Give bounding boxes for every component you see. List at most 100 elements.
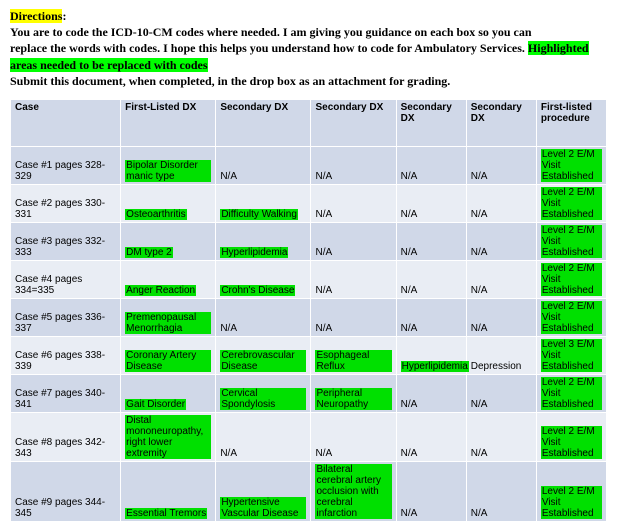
dx1-cell: Bipolar Disorder manic type [121,146,216,184]
dx3-cell: Esophageal Reflux [311,336,396,374]
directions-line2: replace the words with codes. I hope thi… [10,41,528,55]
proc-cell: Level 2 E/M Visit Established [536,146,606,184]
case-cell: Case #3 pages 332-333 [11,222,121,260]
highlighted-value: Gait Disorder [125,399,186,410]
table-row: Case #5 pages 336-337Premenopausal Menor… [11,298,607,336]
directions-line1: You are to code the ICD-10-CM codes wher… [10,25,532,39]
proc-cell: Level 2 E/M Visit Established [536,260,606,298]
highlighted-value: Essential Tremors [125,508,207,519]
table-row: Case #4 pages 334=335 Anger Reaction Crohn… [11,260,607,298]
dx5-cell: N/A [466,412,536,461]
dx3-cell: Peripheral Neuropathy [311,374,396,412]
dx4-cell: N/A [396,412,466,461]
highlighted-value: Cervical Spondylosis [220,388,306,410]
highlighted-value: Cerebrovascular Disease [220,350,306,372]
highlighted-value: Level 2 E/M Visit Established [541,225,602,258]
col-first-listed-procedure: First-listed procedure [536,99,606,146]
dx2-cell: N/A [216,412,311,461]
dx2-cell: N/A [216,146,311,184]
dx3-cell: N/A [311,222,396,260]
dx5-cell: N/A [466,374,536,412]
dx5-cell: N/A [466,298,536,336]
proc-cell: Level 2 E/M Visit Established [536,461,606,521]
case-cell: Case #4 pages 334=335 [11,260,121,298]
highlighted-value: Level 2 E/M Visit Established [541,301,602,334]
highlighted-value: Hypertensive Vascular Disease [220,497,306,519]
proc-cell: Level 2 E/M Visit Established [536,412,606,461]
directions-line3: Submit this document, when completed, in… [10,74,450,88]
dx2-cell: Cerebrovascular Disease [216,336,311,374]
dx3-cell: N/A [311,260,396,298]
proc-cell: Level 2 E/M Visit Established [536,374,606,412]
highlighted-value: Hyperlipidemia [401,361,469,372]
table-row: Case #8 pages 342-343Distal mononeuropat… [11,412,607,461]
highlighted-value: Premenopausal Menorrhagia [125,312,211,334]
highlighted-value: Level 2 E/M Visit Established [541,377,602,410]
table-row: Case #3 pages 332-333DM type 2Hyperlipid… [11,222,607,260]
dx5-cell: N/A [466,184,536,222]
dx2-cell: N/A [216,298,311,336]
highlighted-value: Level 2 E/M Visit Established [541,149,602,182]
highlighted-value: Distal mononeuropathy, right lower extre… [125,415,211,459]
proc-cell: Level 2 E/M Visit Established [536,184,606,222]
proc-cell: Level 3 E/M Visit Established [536,336,606,374]
col-first-listed-dx: First-Listed DX [121,99,216,146]
dx4-cell: Hyperlipidemia [396,336,466,374]
case-cell: Case #8 pages 342-343 [11,412,121,461]
highlighted-value: Level 2 E/M Visit Established [541,426,602,459]
proc-cell: Level 2 E/M Visit Established [536,222,606,260]
directions-block: Directions: You are to code the ICD-10-C… [10,8,607,89]
highlighted-value: DM type 2 [125,247,173,258]
dx1-cell: Essential Tremors [121,461,216,521]
dx2-cell: Crohn's Disease [216,260,311,298]
dx1-cell: Osteoarthritis [121,184,216,222]
dx3-cell: N/A [311,412,396,461]
case-cell: Case #2 pages 330-331 [11,184,121,222]
highlighted-value: Level 3 E/M Visit Established [541,339,602,372]
highlighted-value: Level 2 E/M Visit Established [541,187,602,220]
dx1-cell: Coronary Artery Disease [121,336,216,374]
proc-cell: Level 2 E/M Visit Established [536,298,606,336]
highlighted-value: Bilateral cerebral artery occlusion with… [315,464,391,519]
highlighted-value: Coronary Artery Disease [125,350,211,372]
dx4-cell: N/A [396,298,466,336]
dx5-cell: N/A [466,146,536,184]
dx4-cell: N/A [396,184,466,222]
dx3-cell: N/A [311,298,396,336]
dx5-cell: Depression [466,336,536,374]
dx5-cell: N/A [466,222,536,260]
dx2-cell: Cervical Spondylosis [216,374,311,412]
table-row: Case #7 pages 340-341Gait DisorderCervic… [11,374,607,412]
dx5-cell: N/A [466,461,536,521]
dx1-cell: Anger Reaction [121,260,216,298]
col-case: Case [11,99,121,146]
dx5-cell: N/A [466,260,536,298]
col-secondary-dx-3: Secondary DX [396,99,466,146]
highlighted-value: Esophageal Reflux [315,350,391,372]
dx3-cell: Bilateral cerebral artery occlusion with… [311,461,396,521]
table-row: Case #6 pages 338-339Coronary Artery Dis… [11,336,607,374]
dx3-cell: N/A [311,184,396,222]
dx1-cell: Gait Disorder [121,374,216,412]
case-cell: Case #1 pages 328-329 [11,146,121,184]
dx1-cell: Premenopausal Menorrhagia [121,298,216,336]
col-secondary-dx-1: Secondary DX [216,99,311,146]
dx1-cell: Distal mononeuropathy, right lower extre… [121,412,216,461]
dx4-cell: N/A [396,260,466,298]
dx4-cell: N/A [396,222,466,260]
dx4-cell: N/A [396,146,466,184]
dx3-cell: N/A [311,146,396,184]
dx-table: Case First-Listed DX Secondary DX Second… [10,99,607,522]
case-cell: Case #6 pages 338-339 [11,336,121,374]
table-row: Case #9 pages 344-345Essential TremorsHy… [11,461,607,521]
highlighted-value: Osteoarthritis [125,209,186,220]
dx2-cell: Difficulty Walking [216,184,311,222]
highlighted-value: Difficulty Walking [220,209,298,220]
highlighted-value: Crohn's Disease [220,285,295,296]
highlighted-value: Level 2 E/M Visit Established [541,486,602,519]
highlighted-value: Anger Reaction [125,285,196,296]
table-row: Case #1 pages 328-329Bipolar Disorder ma… [11,146,607,184]
col-secondary-dx-2: Secondary DX [311,99,396,146]
table-header-row: Case First-Listed DX Secondary DX Second… [11,99,607,146]
dx1-cell: DM type 2 [121,222,216,260]
